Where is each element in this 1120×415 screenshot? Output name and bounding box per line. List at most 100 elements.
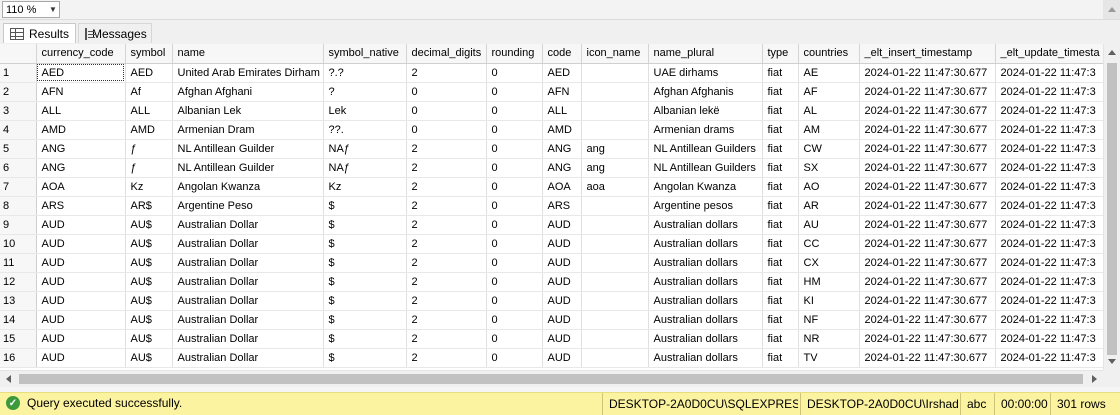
grid-cell[interactable]: 2024-01-22 11:47:30.677: [859, 158, 996, 178]
grid-cell[interactable]: AM: [798, 120, 860, 140]
grid-cell[interactable]: 2024-01-22 11:47:3: [995, 253, 1103, 273]
scroll-down-icon[interactable]: [1104, 353, 1120, 370]
row-number[interactable]: 9: [0, 215, 37, 235]
grid-cell[interactable]: [581, 272, 649, 292]
results-grid[interactable]: currency_code symbol name symbol_native …: [0, 44, 1103, 370]
row-number[interactable]: 16: [0, 348, 37, 368]
grid-cell[interactable]: 0: [486, 101, 543, 121]
grid-cell[interactable]: AFN: [36, 82, 126, 102]
grid-cell[interactable]: Australian dollars: [648, 329, 763, 349]
grid-cell[interactable]: 0: [486, 215, 543, 235]
grid-cell[interactable]: [581, 196, 649, 216]
grid-cell[interactable]: 2024-01-22 11:47:3: [995, 272, 1103, 292]
grid-cell[interactable]: Australian dollars: [648, 234, 763, 254]
grid-cell[interactable]: 2: [406, 329, 487, 349]
grid-cell[interactable]: [581, 82, 649, 102]
grid-cell[interactable]: 2024-01-22 11:47:3: [995, 310, 1103, 330]
grid-cell[interactable]: ?: [323, 82, 407, 102]
grid-cell[interactable]: 2: [406, 196, 487, 216]
grid-cell[interactable]: Armenian drams: [648, 120, 763, 140]
grid-cell[interactable]: Australian Dollar: [172, 215, 324, 235]
grid-cell[interactable]: fiat: [762, 101, 799, 121]
grid-cell[interactable]: AU$: [125, 310, 173, 330]
grid-cell[interactable]: fiat: [762, 329, 799, 349]
grid-cell[interactable]: Af: [125, 82, 173, 102]
grid-cell[interactable]: AUD: [36, 329, 126, 349]
grid-cell[interactable]: AU$: [125, 272, 173, 292]
grid-cell[interactable]: $: [323, 348, 407, 368]
grid-cell[interactable]: 2: [406, 63, 487, 83]
grid-cell[interactable]: $: [323, 310, 407, 330]
grid-cell[interactable]: fiat: [762, 139, 799, 159]
grid-cell[interactable]: ARS: [36, 196, 126, 216]
grid-cell[interactable]: 2024-01-22 11:47:30.677: [859, 310, 996, 330]
horizontal-scrollbar[interactable]: [0, 370, 1103, 387]
grid-cell[interactable]: fiat: [762, 272, 799, 292]
grid-cell[interactable]: NL Antillean Guilder: [172, 139, 324, 159]
grid-cell[interactable]: fiat: [762, 215, 799, 235]
grid-cell[interactable]: 0: [486, 253, 543, 273]
row-number[interactable]: 10: [0, 234, 37, 254]
grid-cell[interactable]: AUD: [36, 215, 126, 235]
grid-cell[interactable]: 2024-01-22 11:47:30.677: [859, 63, 996, 83]
grid-cell[interactable]: Angolan Kwanza: [648, 177, 763, 197]
grid-cell[interactable]: ??.: [323, 120, 407, 140]
table-row[interactable]: 8 ARS AR$ Argentine Peso $2 0 ARS Argentine pes…: [0, 196, 1103, 216]
grid-cell[interactable]: 2024-01-22 11:47:3: [995, 101, 1103, 121]
column-header[interactable]: _elt_insert_timestamp: [859, 44, 996, 64]
grid-cell[interactable]: fiat: [762, 158, 799, 178]
grid-cell[interactable]: AUD: [36, 348, 126, 368]
grid-cell[interactable]: 0: [486, 291, 543, 311]
grid-cell[interactable]: 0: [486, 348, 543, 368]
grid-cell[interactable]: Australian dollars: [648, 310, 763, 330]
grid-cell[interactable]: 2024-01-22 11:47:3: [995, 196, 1103, 216]
grid-cell[interactable]: 2024-01-22 11:47:3: [995, 291, 1103, 311]
grid-cell[interactable]: AUD: [36, 272, 126, 292]
grid-cell[interactable]: CC: [798, 234, 860, 254]
grid-cell[interactable]: ANG: [36, 139, 126, 159]
grid-cell[interactable]: ARS: [542, 196, 582, 216]
grid-cell[interactable]: 2024-01-22 11:47:3: [995, 215, 1103, 235]
grid-cell[interactable]: Armenian Dram: [172, 120, 324, 140]
column-header[interactable]: code: [542, 44, 582, 64]
grid-cell[interactable]: Australian Dollar: [172, 272, 324, 292]
grid-cell[interactable]: AU$: [125, 329, 173, 349]
grid-cell[interactable]: Afghan Afghani: [172, 82, 324, 102]
grid-cell[interactable]: 0: [406, 101, 487, 121]
grid-cell[interactable]: ALL: [36, 101, 126, 121]
grid-cell[interactable]: Australian dollars: [648, 215, 763, 235]
column-header[interactable]: decimal_digits: [406, 44, 487, 64]
grid-cell[interactable]: Kz: [125, 177, 173, 197]
grid-cell[interactable]: AUD: [542, 272, 582, 292]
grid-cell[interactable]: 2: [406, 291, 487, 311]
grid-cell[interactable]: [581, 63, 649, 83]
grid-cell[interactable]: fiat: [762, 196, 799, 216]
table-row[interactable]: 2 AFN Af Afghan Afghani? 0 0 AFN Afghan Afghani…: [0, 82, 1103, 102]
column-header[interactable]: type: [762, 44, 799, 64]
grid-cell[interactable]: ƒ: [125, 139, 173, 159]
grid-cell[interactable]: ƒ: [125, 158, 173, 178]
grid-cell[interactable]: 2024-01-22 11:47:30.677: [859, 120, 996, 140]
grid-cell[interactable]: AMD: [36, 120, 126, 140]
grid-cell[interactable]: [581, 310, 649, 330]
grid-cell[interactable]: 2024-01-22 11:47:3: [995, 82, 1103, 102]
grid-cell[interactable]: fiat: [762, 234, 799, 254]
table-row[interactable]: 10 AUD AU$ Australian Dollar $2 0 AUD Australia…: [0, 234, 1103, 254]
grid-cell[interactable]: 2024-01-22 11:47:30.677: [859, 272, 996, 292]
table-row[interactable]: 15 AUD AU$ Australian Dollar $2 0 AUD Australia…: [0, 329, 1103, 349]
grid-cell[interactable]: fiat: [762, 348, 799, 368]
column-header[interactable]: icon_name: [581, 44, 649, 64]
table-row[interactable]: 7 AOA Kz Angolan Kwanza Kz 2 0 AOA aoa Angolan Kw…: [0, 177, 1103, 197]
grid-cell[interactable]: 0: [486, 158, 543, 178]
scroll-up-icon[interactable]: [1103, 0, 1120, 19]
grid-cell[interactable]: [581, 215, 649, 235]
grid-cell[interactable]: 2024-01-22 11:47:30.677: [859, 177, 996, 197]
grid-cell[interactable]: $: [323, 196, 407, 216]
grid-cell[interactable]: NL Antillean Guilders: [648, 139, 763, 159]
grid-cell[interactable]: AR$: [125, 196, 173, 216]
grid-cell[interactable]: 2024-01-22 11:47:3: [995, 158, 1103, 178]
grid-cell[interactable]: AU$: [125, 348, 173, 368]
grid-cell[interactable]: 0: [486, 177, 543, 197]
table-row[interactable]: 11 AUD AU$ Australian Dollar $2 0 AUD Australia…: [0, 253, 1103, 273]
grid-cell[interactable]: 2024-01-22 11:47:30.677: [859, 196, 996, 216]
